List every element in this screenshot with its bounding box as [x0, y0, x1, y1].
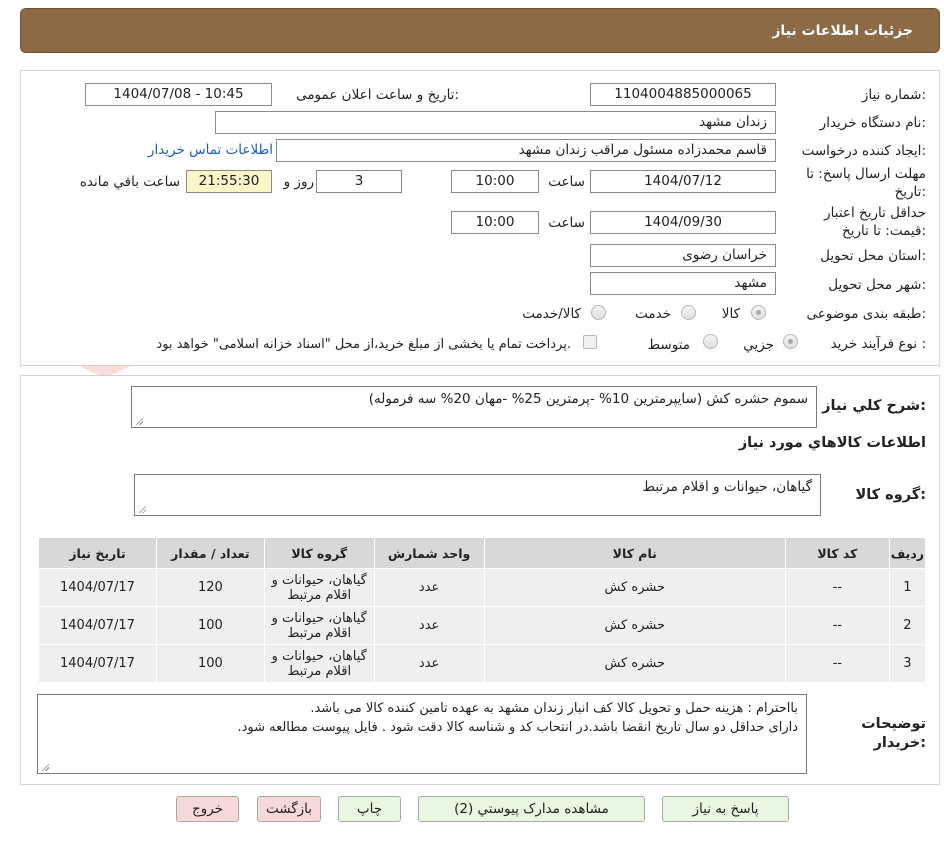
validity-time[interactable]: 10:00: [451, 211, 539, 234]
cell-unit: عدد: [373, 606, 485, 645]
announce-datetime-label: تاریخ و ساعت اعلان عمومی:: [296, 87, 459, 103]
table-header-row: ردیف کد کالا نام کالا واحد شمارش گروه کا…: [38, 537, 927, 569]
validity-label-2: قیمت: تا تاریخ:: [841, 223, 926, 239]
reply-deadline-date[interactable]: 1404/07/12: [590, 170, 776, 193]
category-option-service: خدمت: [635, 306, 671, 322]
table-row: 3 -- حشره کش عدد گیاهان، حیوانات و اقلام…: [38, 644, 927, 683]
validity-date[interactable]: 1404/09/30: [590, 211, 776, 234]
buyer-notes-label-2: خریدار:: [873, 735, 926, 751]
city-label: شهر محل تحویل:: [828, 277, 926, 293]
cell-unit: عدد: [373, 568, 485, 607]
cell-quantity: 100: [155, 606, 265, 645]
cell-goods-group: گیاهان، حیوانات و اقلام مرتبط: [263, 606, 375, 645]
summary-text: سموم حشره کش (سایپرمترین 10% -پرمترین 25…: [368, 391, 808, 407]
col-header-unit: واحد شمارش: [373, 537, 485, 569]
need-number-label: شماره نیاز:: [861, 87, 926, 103]
summary-label: شرح کلي نیاز:: [822, 398, 926, 414]
remaining-time-field: 21:55:30: [186, 170, 272, 193]
process-radio-medium[interactable]: [703, 334, 718, 349]
cell-row-number: 1: [888, 568, 927, 607]
buyer-notes-line-2: دارای حداقل دو سال تاریخ انقضا باشد.در ا…: [237, 720, 798, 735]
cell-goods-group: گیاهان، حیوانات و اقلام مرتبط: [263, 644, 375, 683]
validity-label-1: حداقل تاریخ اعتبار: [824, 205, 926, 221]
buyer-notes-textarea[interactable]: بااحترام : هزینه حمل و تحویل کالا کف انب…: [37, 694, 807, 774]
treasury-payment-checkbox[interactable]: [583, 335, 597, 349]
cell-item-code: --: [784, 644, 890, 683]
need-number-field[interactable]: 1104004885000065: [590, 83, 776, 106]
buyer-notes-label-1: توضیحات: [861, 716, 926, 732]
announce-datetime-field[interactable]: 1404/07/08 - 10:45: [85, 83, 272, 106]
cell-unit: عدد: [373, 644, 485, 683]
buyer-contact-link[interactable]: اطلاعات تماس خریدار: [148, 142, 273, 158]
cell-item-name: حشره کش: [483, 644, 786, 683]
cell-need-date: 1404/07/17: [38, 606, 157, 645]
category-radio-service[interactable]: [681, 305, 696, 320]
process-option-minor: جزیي: [743, 337, 774, 353]
goods-group-textarea[interactable]: گیاهان، حیوانات و اقلام مرتبط: [134, 474, 821, 516]
cell-need-date: 1404/07/17: [38, 644, 157, 683]
city-field[interactable]: مشهد: [590, 272, 776, 295]
requester-label: ایجاد کننده درخواست:: [801, 143, 926, 159]
buyer-org-field[interactable]: زندان مشهد: [215, 111, 776, 134]
col-header-row-number: ردیف: [888, 537, 927, 569]
process-option-medium: متوسط: [647, 337, 690, 353]
back-button[interactable]: بازگشت: [257, 796, 321, 822]
buyer-org-label: نام دستگاه خریدار:: [819, 115, 926, 131]
items-table: ردیف کد کالا نام کالا واحد شمارش گروه کا…: [38, 537, 927, 683]
category-option-goods: کالا: [721, 306, 740, 322]
process-radio-minor[interactable]: [783, 334, 798, 349]
page-header: جزئیات اطلاعات نیاز: [20, 8, 940, 53]
reply-deadline-label-1: مهلت ارسال پاسخ: تا: [806, 166, 926, 182]
reply-button[interactable]: پاسخ به نیاز: [662, 796, 789, 822]
resize-grip-icon[interactable]: [138, 505, 146, 513]
remaining-time-label: ساعت باقي مانده: [79, 174, 180, 190]
validity-time-label: ساعت: [548, 215, 585, 231]
exit-button[interactable]: خروج: [176, 796, 239, 822]
cell-row-number: 3: [888, 644, 927, 683]
print-button[interactable]: چاپ: [338, 796, 401, 822]
category-radio-goods[interactable]: [751, 305, 766, 320]
table-row: 2 -- حشره کش عدد گیاهان، حیوانات و اقلام…: [38, 606, 927, 645]
col-header-goods-group: گروه کالا: [263, 537, 375, 569]
cell-item-name: حشره کش: [483, 568, 786, 607]
goods-group-text: گیاهان، حیوانات و اقلام مرتبط: [642, 479, 812, 495]
reply-days-label: روز و: [283, 174, 314, 190]
cell-item-name: حشره کش: [483, 606, 786, 645]
reply-days-field[interactable]: 3: [316, 170, 402, 193]
summary-textarea[interactable]: سموم حشره کش (سایپرمترین 10% -پرمترین 25…: [131, 386, 817, 428]
table-row: 1 -- حشره کش عدد گیاهان، حیوانات و اقلام…: [38, 568, 927, 607]
cell-quantity: 100: [155, 644, 265, 683]
reply-time-label: ساعت: [548, 174, 585, 190]
reply-deadline-label-2: تاریخ:: [894, 184, 926, 200]
cell-goods-group: گیاهان، حیوانات و اقلام مرتبط: [263, 568, 375, 607]
purchase-process-label: نوع فرآیند خرید :: [830, 336, 926, 352]
category-radio-goods-service[interactable]: [591, 305, 606, 320]
col-header-quantity: تعداد / مقدار: [155, 537, 265, 569]
cell-row-number: 2: [888, 606, 927, 645]
treasury-payment-note: پرداخت تمام یا بخشی از مبلغ خرید،از محل …: [156, 337, 571, 352]
category-label: طبقه بندی موضوعی:: [806, 306, 926, 322]
cell-item-code: --: [784, 606, 890, 645]
category-option-goods-service: کالا/خدمت: [522, 306, 581, 322]
goods-section-title: اطلاعات کالاهاي مورد نیاز: [738, 435, 926, 451]
requester-field[interactable]: قاسم محمدزاده مسئول مراقب زندان مشهد: [276, 139, 776, 162]
page-title: جزئیات اطلاعات نیاز: [772, 23, 913, 39]
col-header-item-code: کد کالا: [784, 537, 890, 569]
resize-grip-icon[interactable]: [41, 763, 49, 771]
cell-item-code: --: [784, 568, 890, 607]
col-header-item-name: نام کالا: [483, 537, 786, 569]
cell-need-date: 1404/07/17: [38, 568, 157, 607]
province-label: استان محل تحویل:: [820, 248, 926, 264]
province-field[interactable]: خراسان رضوی: [590, 244, 776, 267]
view-attachments-button[interactable]: مشاهده مدارک پیوستي (2): [418, 796, 645, 822]
reply-deadline-time[interactable]: 10:00: [451, 170, 539, 193]
resize-grip-icon[interactable]: [135, 417, 143, 425]
goods-group-label: گروه کالا:: [855, 487, 926, 503]
col-header-need-date: تاریخ نیاز: [38, 537, 157, 569]
cell-quantity: 120: [155, 568, 265, 607]
buyer-notes-line-1: بااحترام : هزینه حمل و تحویل کالا کف انب…: [310, 701, 798, 716]
